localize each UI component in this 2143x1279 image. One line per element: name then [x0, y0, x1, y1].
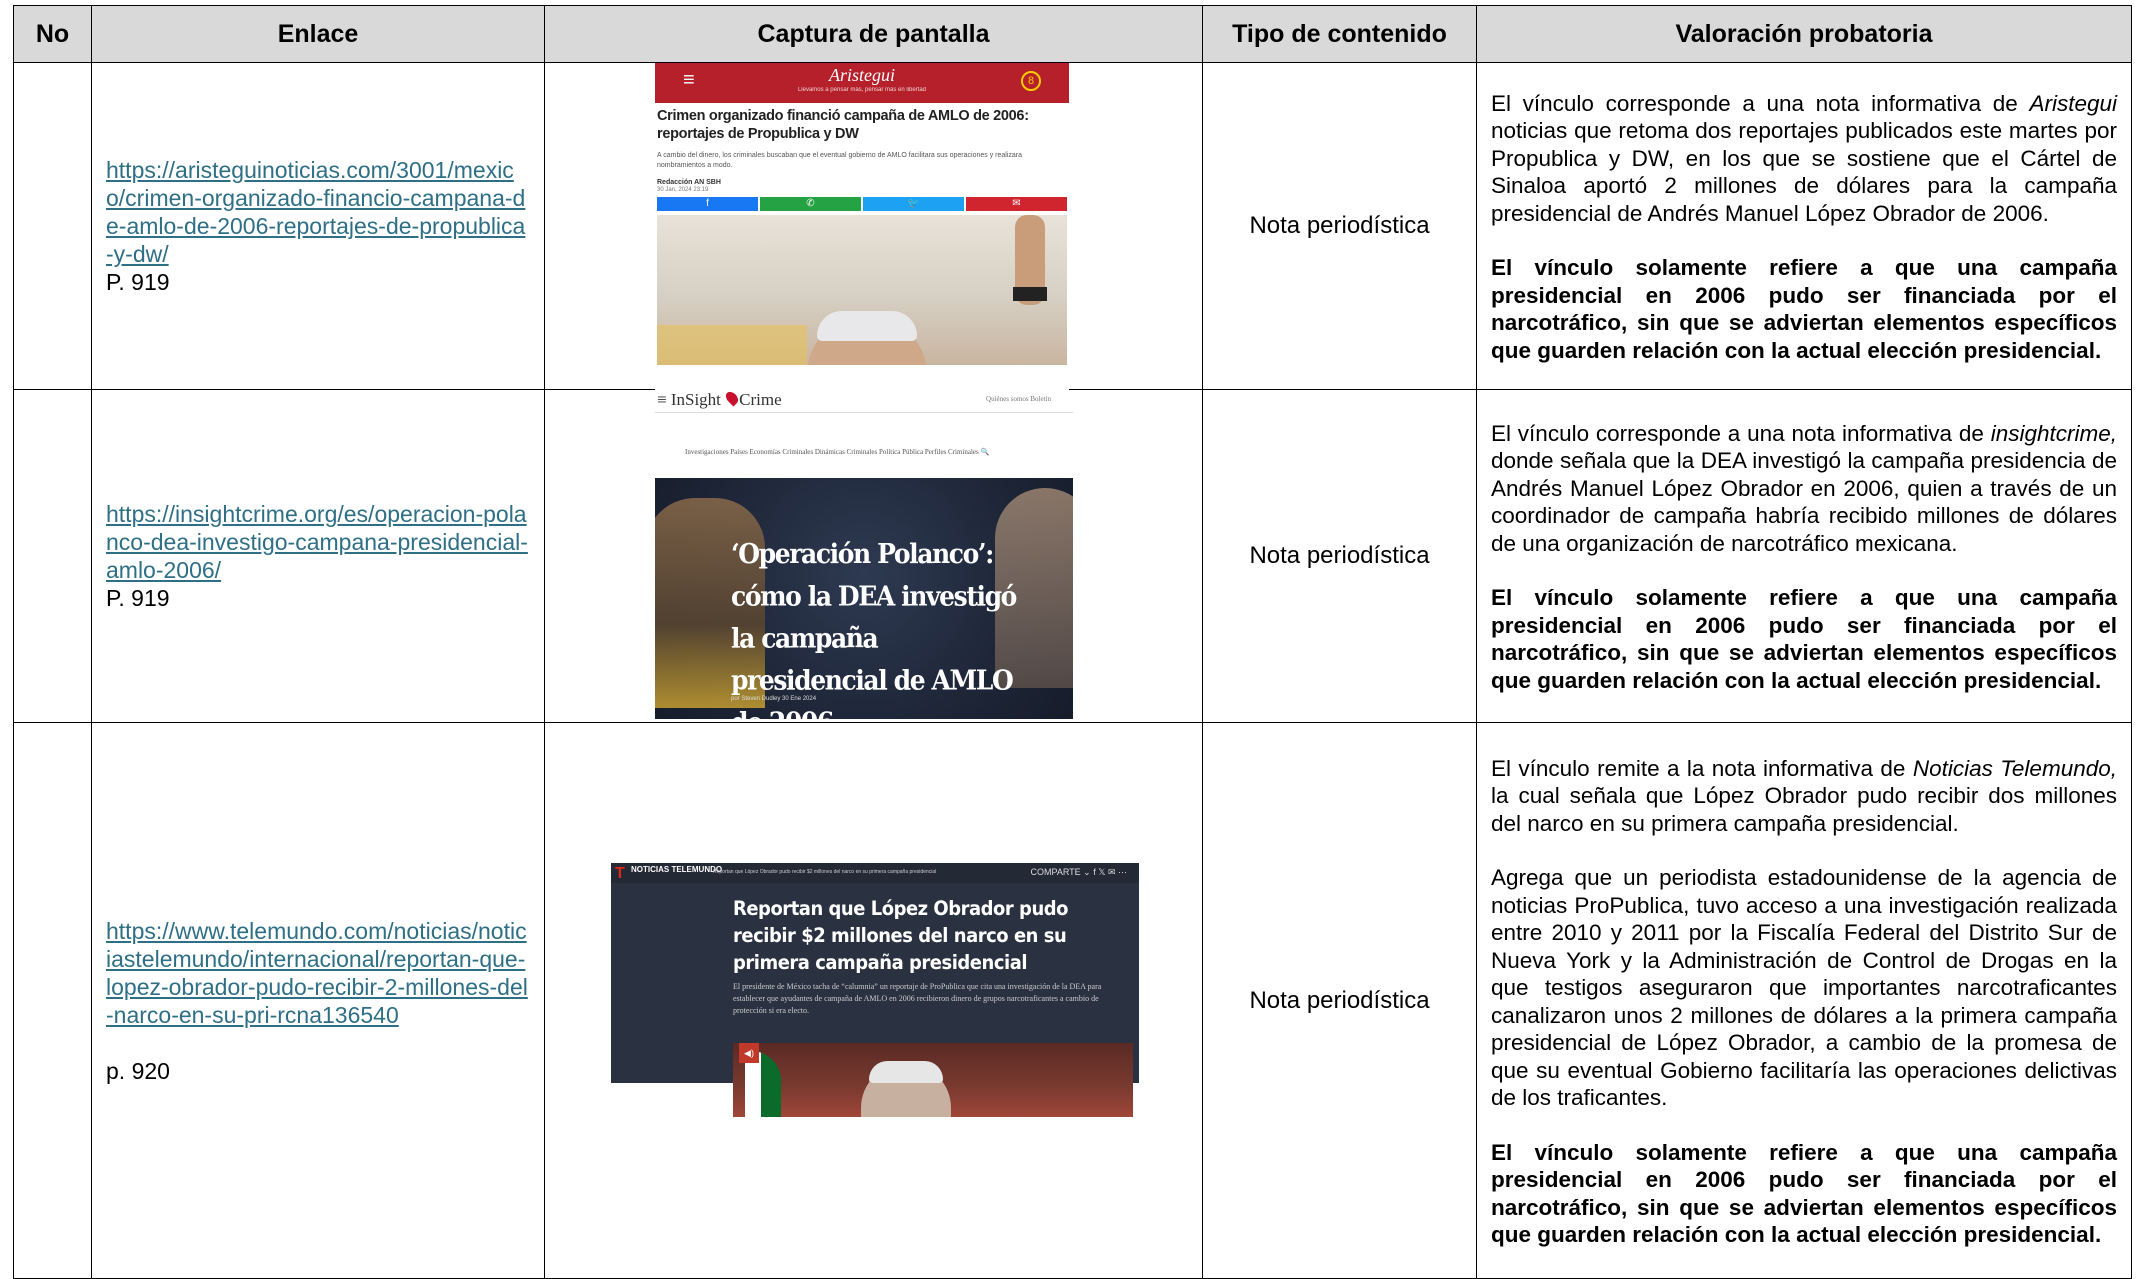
aristegui-screenshot: ≡ Aristegui Llevamos a pensar más, pensa… — [655, 63, 1069, 390]
valuation-cell: El vínculo corresponde a una nota inform… — [1476, 62, 2132, 390]
table-row: https://www.telemundo.com/noticias/notic… — [13, 722, 2132, 1279]
valuation-cell: El vínculo remite a la nota informativa … — [1476, 722, 2132, 1279]
article-byline: por Steven Dudley 30 Ene 2024 — [731, 696, 817, 702]
article-headline: Reportan que López Obrador pudo recibir … — [733, 897, 1069, 974]
valuation-conclusion: El vínculo solamente refiere a que una c… — [1491, 1139, 2117, 1248]
table-row: https://insightcrime.org/es/operacion-po… — [13, 389, 2132, 723]
article-author: Redacción AN SBH — [657, 179, 721, 186]
audio-icon: ◀) — [739, 1043, 759, 1063]
valuation-paragraph: El vínculo corresponde a una nota inform… — [1491, 90, 2117, 226]
article-link[interactable]: https://aristeguinoticias.com/3001/mexic… — [106, 156, 530, 268]
share-bar: f ✆ 🐦 ✉ — [657, 197, 1067, 211]
insightcrime-header: ≡ InSight Crime Quiénes somos Boletín — [655, 390, 1073, 413]
article-headline: Crimen organizado financió campaña de AM… — [657, 108, 1029, 142]
insightcrime-screenshot: ≡ InSight Crime Quiénes somos Boletín In… — [655, 390, 1073, 719]
valuation-paragraph: El vínculo remite a la nota informativa … — [1491, 755, 2117, 836]
telemundo-logo: NOTICIAS TELEMUNDO — [631, 865, 723, 874]
article-date: 30 Jan, 2024 23:19 — [657, 187, 709, 193]
aristegui-tagline: Llevamos a pensar más, pensar más en lib… — [797, 87, 927, 93]
twitter-icon: 🐦 — [863, 197, 964, 211]
screenshot-cell: ≡ InSight Crime Quiénes somos Boletín In… — [544, 389, 1203, 723]
telemundo-logo-icon: T — [615, 865, 625, 882]
insightcrime-nav: Investigaciones Países Economías Crimina… — [685, 448, 990, 456]
link-cell: https://www.telemundo.com/noticias/notic… — [91, 722, 545, 1279]
facebook-icon: f — [657, 197, 758, 211]
valuation-paragraph: El vínculo corresponde a una nota inform… — [1491, 420, 2117, 556]
aristegui-header: ≡ Aristegui Llevamos a pensar más, pensa… — [655, 63, 1069, 103]
header-valoracion: Valoración probatoria — [1476, 5, 2132, 63]
article-dek: El presidente de México tacha de “calumn… — [733, 982, 1102, 1015]
valuation-conclusion: El vínculo solamente refiere a que una c… — [1491, 255, 2117, 363]
row-number — [13, 62, 92, 390]
valuation-cell: El vínculo corresponde a una nota inform… — [1476, 389, 2132, 723]
telemundo-header: T NOTICIAS TELEMUNDO Reportan que López … — [611, 863, 1139, 883]
article-dek: A cambio del dinero, los criminales busc… — [657, 152, 1022, 169]
valuation-paragraph-2: Agrega que un periodista estadounidense … — [1491, 865, 2117, 1110]
whatsapp-icon: ✆ — [760, 197, 861, 211]
screenshot-cell: T NOTICIAS TELEMUNDO Reportan que López … — [544, 722, 1203, 1279]
table-row: https://aristeguinoticias.com/3001/mexic… — [13, 62, 2132, 390]
share-icons: COMPARTE ⌄ f 𝕏 ✉ ⋯ — [1030, 867, 1127, 877]
link-cell: https://aristeguinoticias.com/3001/mexic… — [91, 62, 545, 390]
article-hero: ‘Operación Polanco’: cómo la DEA investi… — [655, 478, 1073, 719]
content-type: Nota periodística — [1202, 722, 1477, 1279]
page-reference: P. 919 — [106, 585, 170, 611]
table-header-row: No Enlace Captura de pantalla Tipo de co… — [13, 5, 2132, 63]
notification-icon: 8 — [1021, 71, 1041, 91]
aristegui-logo: Aristegui — [829, 65, 895, 85]
content-type: Nota periodística — [1202, 389, 1477, 723]
page-reference: P. 919 — [106, 269, 170, 295]
content-type: Nota periodística — [1202, 62, 1477, 390]
email-icon: ✉ — [966, 197, 1067, 211]
page-reference: p. 920 — [106, 1057, 170, 1084]
evidence-table: No Enlace Captura de pantalla Tipo de co… — [13, 5, 2132, 1279]
article-headline: ‘Operación Polanco’: cómo la DEA investi… — [731, 538, 1017, 719]
header-captura: Captura de pantalla — [544, 5, 1203, 63]
header-links: Quiénes somos Boletín — [986, 395, 1051, 403]
link-cell: https://insightcrime.org/es/operacion-po… — [91, 389, 545, 723]
telemundo-screenshot: T NOTICIAS TELEMUNDO Reportan que López … — [611, 863, 1139, 1117]
article-link[interactable]: https://insightcrime.org/es/operacion-po… — [106, 500, 530, 584]
telemundo-crumb: Reportan que López Obrador pudo recibir … — [713, 869, 937, 875]
valuation-conclusion: El vínculo solamente refiere a que una c… — [1491, 585, 2117, 693]
row-number — [13, 389, 92, 723]
header-no: No — [13, 5, 92, 63]
article-link[interactable]: https://www.telemundo.com/noticias/notic… — [106, 917, 530, 1029]
row-number — [13, 722, 92, 1279]
header-tipo: Tipo de contenido — [1202, 5, 1477, 63]
article-photo — [657, 215, 1067, 365]
insightcrime-logo: ≡ InSight Crime — [657, 390, 782, 409]
header-enlace: Enlace — [91, 5, 545, 63]
screenshot-cell: ≡ Aristegui Llevamos a pensar más, pensa… — [544, 62, 1203, 390]
